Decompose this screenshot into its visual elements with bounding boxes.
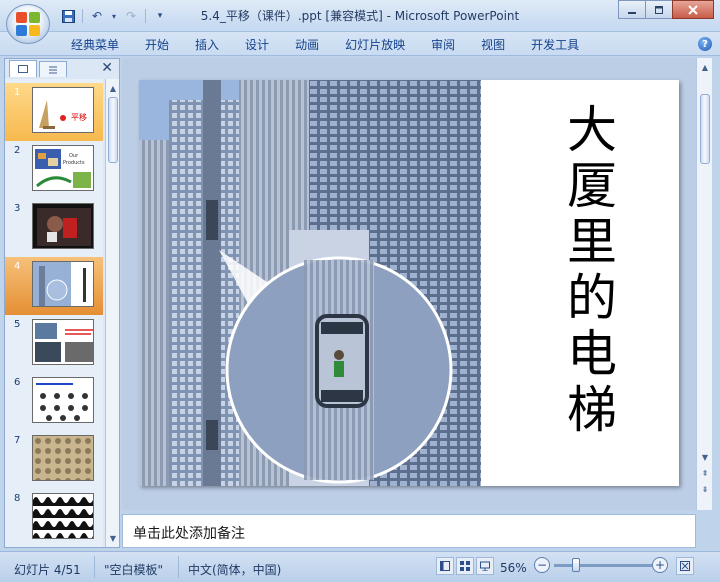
title-char: 电 [567,325,617,383]
slides-panel: ✕ 1 平移 2 Our Products 3 4 5 6 7 8 ▲ ▼ [4,58,120,548]
minimize-icon[interactable] [618,0,646,19]
status-separator [178,556,179,578]
tab-home[interactable]: 开始 [132,36,182,54]
tab-animations[interactable]: 动画 [282,36,332,54]
normal-view-icon[interactable] [436,557,454,575]
fit-to-window-icon[interactable] [676,557,694,575]
slides-scrollbar[interactable]: ▲ ▼ [105,79,119,547]
scroll-up-icon[interactable]: ▲ [698,60,712,74]
slide-thumb-7[interactable]: 7 [5,431,103,489]
title-char: 大 [567,101,617,159]
slide-vertical-title[interactable]: 大 厦 里 的 电 梯 [557,102,627,438]
title-char: 的 [567,269,617,327]
slide-show-icon[interactable] [476,557,494,575]
current-slide[interactable]: 大 厦 里 的 电 梯 [139,80,679,486]
zoom-level[interactable]: 56% [500,561,527,575]
slide-number: 8 [14,493,21,504]
tab-insert[interactable]: 插入 [182,36,232,54]
slide-thumb-1[interactable]: 1 平移 [5,83,103,141]
slide1-thumb-text: 平移 [71,112,87,122]
tab-classic-menu[interactable]: 经典菜单 [58,36,132,54]
ribbon-tabs: 经典菜单 开始 插入 设计 动画 幻灯片放映 审阅 视图 开发工具 [58,36,592,54]
ribbon: 经典菜单 开始 插入 设计 动画 幻灯片放映 审阅 视图 开发工具 ? [0,32,720,56]
title-bar: ↶ ▾ ↷ ▾ 5.4_平移（课件）.ppt [兼容模式] - Microsof… [0,0,720,44]
slide-preview [32,319,94,365]
slide-thumb-2[interactable]: 2 Our Products [5,141,103,199]
slide-number: 1 [14,87,21,98]
zoom-slider-track[interactable] [554,564,652,567]
slide-thumb-6[interactable]: 6 [5,373,103,431]
language-indicator[interactable]: 中文(简体，中国) [188,561,281,578]
restore-icon[interactable] [645,0,673,19]
tab-slide-show[interactable]: 幻灯片放映 [332,36,418,54]
slide-sorter-icon[interactable] [456,557,474,575]
slide-number: 3 [14,203,21,214]
slide-preview [32,203,94,249]
slide-thumb-3[interactable]: 3 [5,199,103,257]
title-char: 梯 [567,381,617,439]
template-name[interactable]: "空白模板" [104,561,163,578]
outline-tab-icon[interactable] [39,61,67,77]
slide-preview [32,493,94,539]
slide-preview: 平移 [32,87,94,133]
slide-preview: Our Products [32,145,94,191]
previous-slide-icon[interactable]: ⇞ [698,466,712,480]
slide-preview [32,435,94,481]
scroll-up-icon[interactable]: ▲ [106,81,120,95]
window-controls [618,0,714,19]
office-logo-icon [16,12,40,36]
slide-editing-area: 大 厦 里 的 电 梯 [122,58,696,510]
zoom-in-icon[interactable]: + [652,557,668,573]
next-slide-icon[interactable]: ⇟ [698,482,712,496]
help-icon[interactable]: ? [698,37,712,51]
slide2-thumb-text-1: Our [69,153,79,159]
slide-number: 5 [14,319,21,330]
slide-thumbnails: 1 平移 2 Our Products 3 4 5 6 7 8 [5,79,103,547]
slide-preview [32,377,94,423]
tab-design[interactable]: 设计 [232,36,282,54]
zoom-out-icon[interactable]: − [534,557,550,573]
notes-placeholder[interactable]: 单击此处添加备注 [133,523,245,543]
slide2-thumb-text-2: Products [63,160,85,166]
window-title: 5.4_平移（课件）.ppt [兼容模式] - Microsoft PowerP… [200,9,520,23]
slide-number: 4 [14,261,21,272]
slide-thumb-8[interactable]: 8 [5,489,103,547]
scrollbar-thumb[interactable] [108,97,118,163]
slides-tab-icon[interactable] [9,60,37,77]
scroll-down-icon[interactable]: ▼ [698,450,712,464]
slide-counter: 幻灯片 4/51 [14,563,81,577]
title-char: 厦 [567,157,617,215]
tab-developer[interactable]: 开发工具 [518,36,592,54]
slide-number: 6 [14,377,21,388]
status-bar: 幻灯片 4/51 "空白模板" 中文(简体，中国) 56% − + [0,551,720,582]
tab-review[interactable]: 审阅 [418,36,468,54]
close-icon[interactable] [672,0,714,19]
zoom-slider-knob[interactable] [572,558,580,572]
tab-view[interactable]: 视图 [468,36,518,54]
scroll-down-icon[interactable]: ▼ [106,531,120,545]
skyscraper-elevator-image [139,80,481,486]
slide-number: 7 [14,435,21,446]
slide-scrollbar[interactable]: ▲ ▼ ⇞ ⇟ [696,58,712,510]
notes-pane[interactable]: 单击此处添加备注 [122,514,696,548]
slide-thumb-4[interactable]: 4 [5,257,103,315]
status-separator [94,556,95,578]
slide-number: 2 [14,145,21,156]
scrollbar-thumb[interactable] [700,94,710,164]
title-char: 里 [567,213,617,271]
panel-close-icon[interactable]: ✕ [101,60,113,76]
slide-preview [32,261,94,307]
office-button[interactable] [6,4,50,44]
slide-thumb-5[interactable]: 5 [5,315,103,373]
